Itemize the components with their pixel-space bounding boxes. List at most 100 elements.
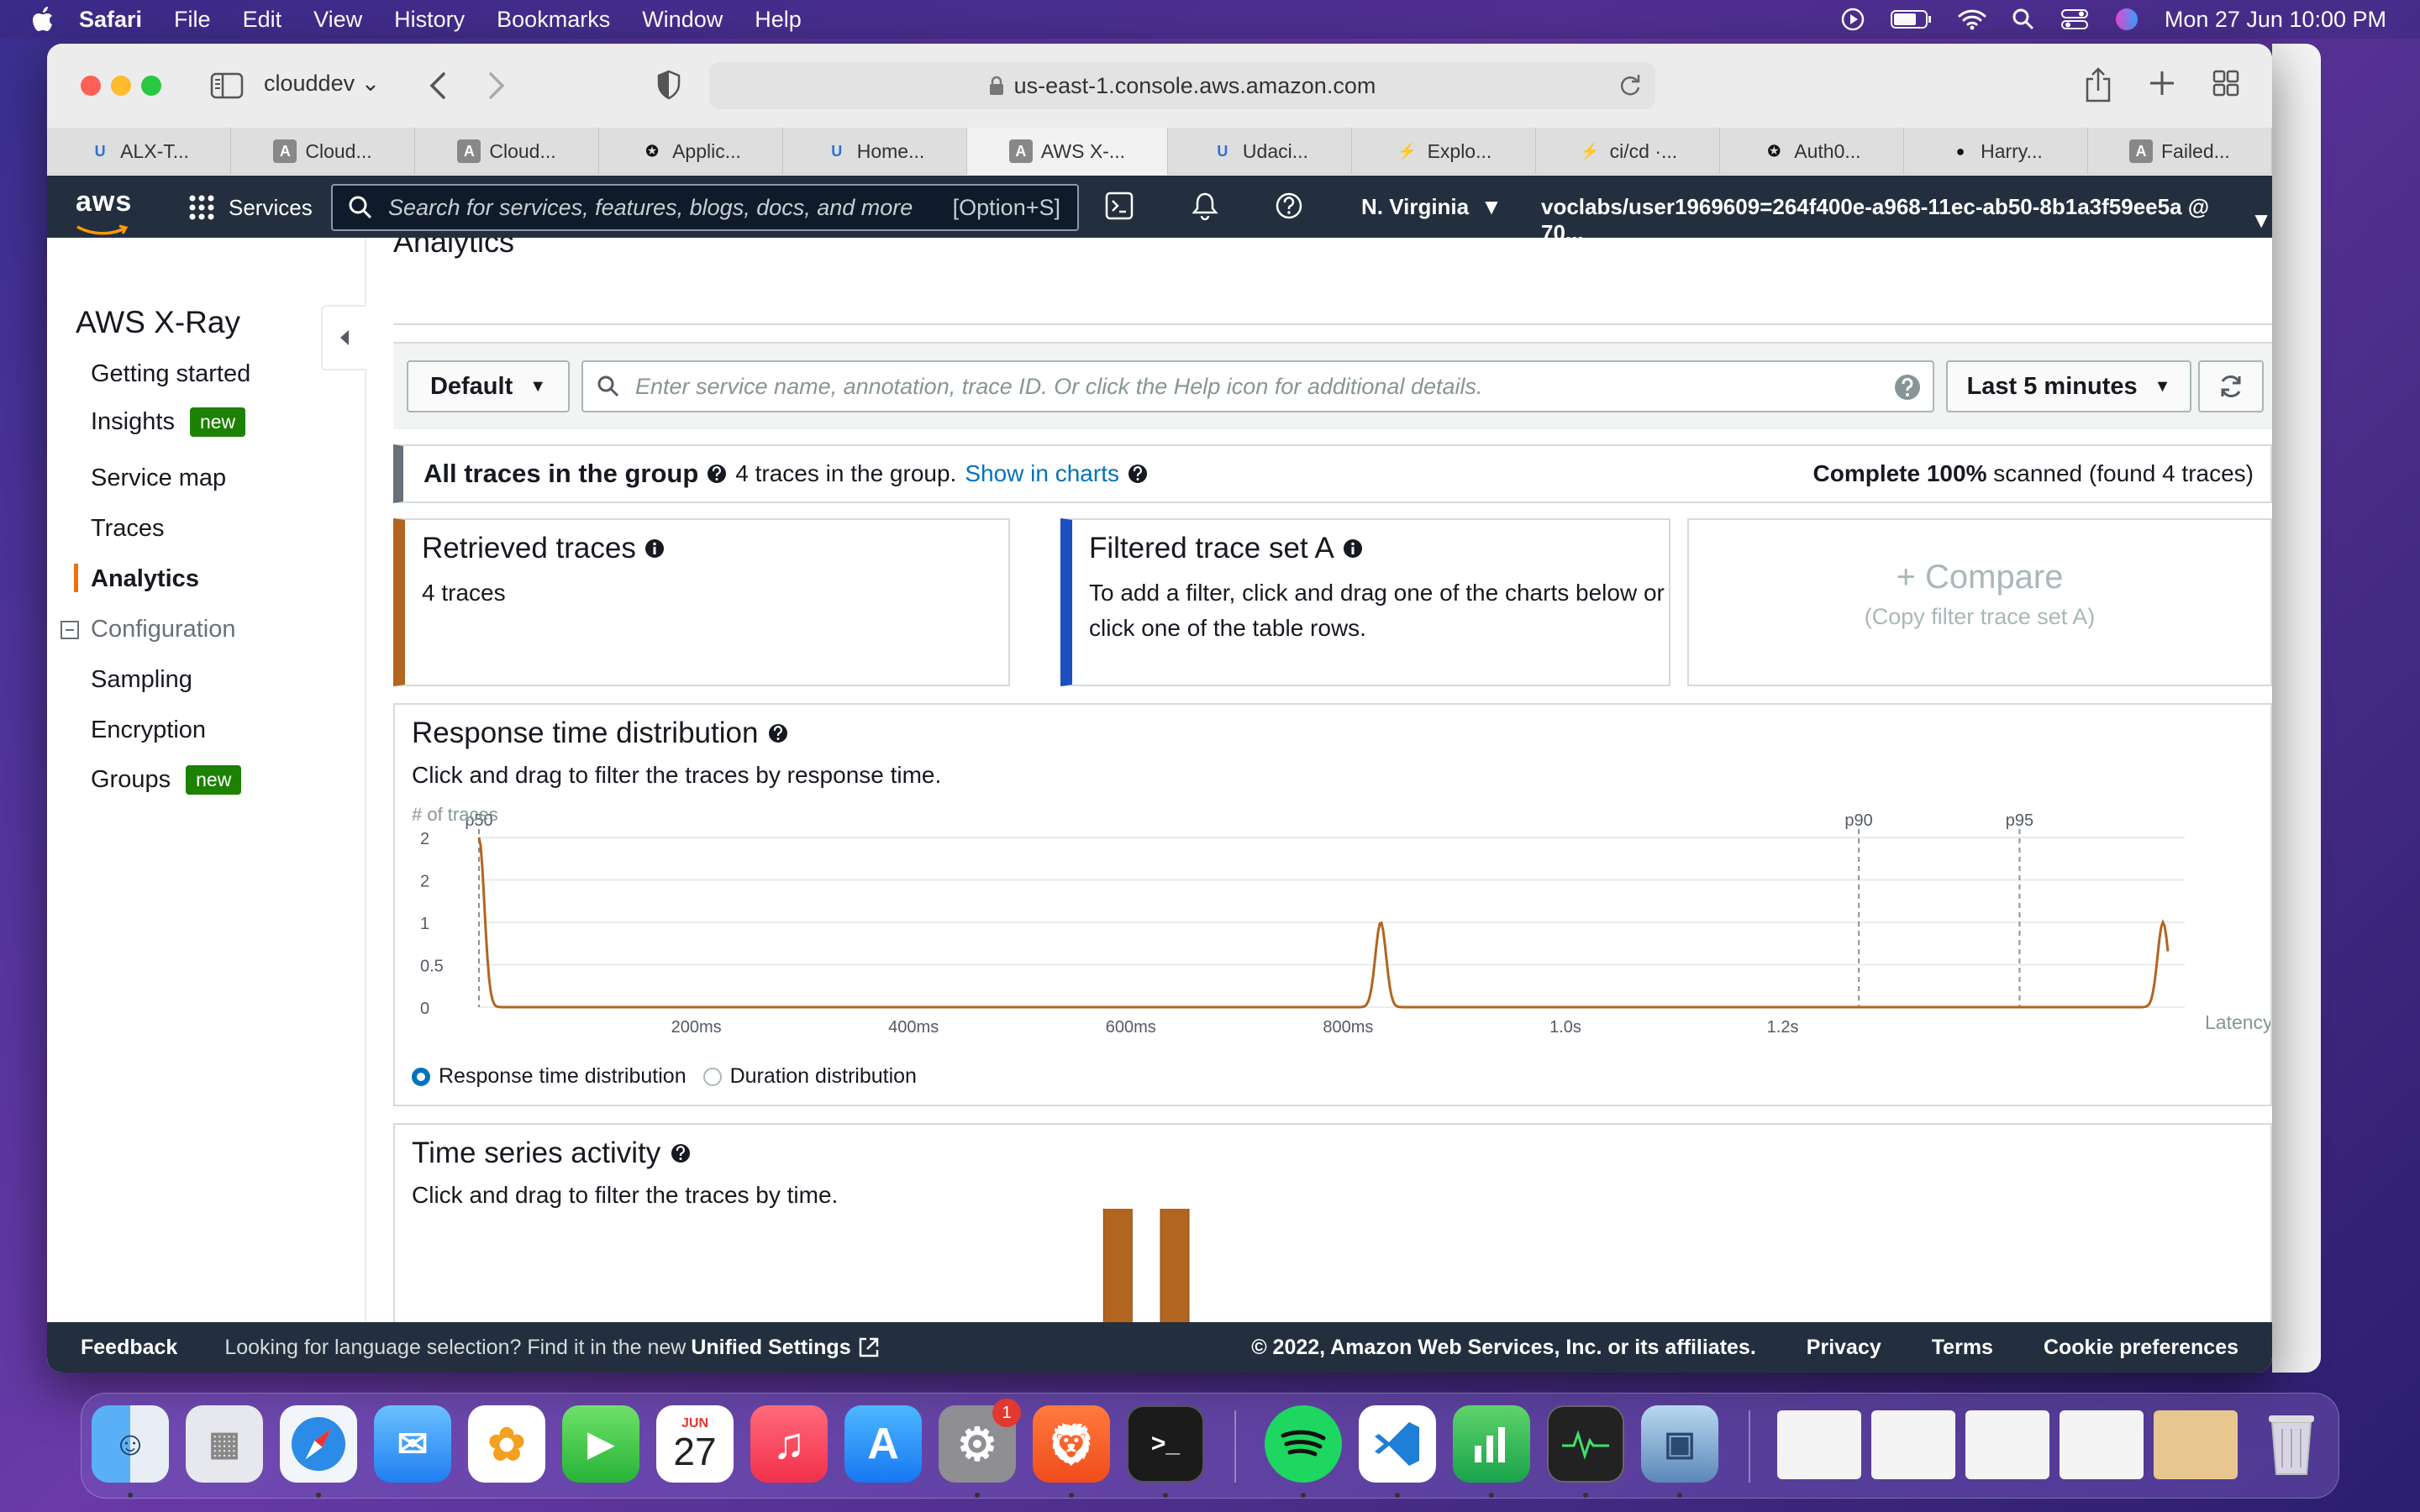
finder-icon[interactable]: ☺	[92, 1405, 169, 1483]
privacy-shield-icon[interactable]	[655, 69, 682, 101]
forward-arrow-icon[interactable]	[484, 71, 509, 101]
browser-tab[interactable]: A Failed...	[2088, 128, 2272, 175]
battery-icon[interactable]	[1890, 8, 1933, 30]
filtered-trace-set-card[interactable]: Filtered trace set A To add a filter, cl…	[1060, 518, 1670, 686]
tab-overview-icon[interactable]	[2212, 69, 2240, 97]
radio-response-time[interactable]	[412, 1067, 430, 1086]
facetime-icon[interactable]: ▶	[562, 1405, 639, 1483]
address-bar[interactable]: us-east-1.console.aws.amazon.com	[709, 62, 1655, 109]
retrieved-traces-card[interactable]: Retrieved traces 4 traces	[393, 518, 1010, 686]
menu-file[interactable]: File	[174, 7, 211, 33]
browser-tab[interactable]: U ALX-T...	[47, 128, 231, 175]
mail-icon[interactable]: ✉	[374, 1405, 451, 1483]
radio-duration[interactable]	[702, 1067, 722, 1086]
new-tab-plus-icon[interactable]	[2148, 69, 2176, 97]
preview-icon[interactable]: ▣	[1641, 1405, 1718, 1483]
refresh-button[interactable]	[2198, 360, 2264, 412]
terminal-icon[interactable]: >_	[1127, 1405, 1204, 1483]
nav-getting-started[interactable]: Getting started	[91, 360, 250, 388]
spotify-icon[interactable]	[1265, 1405, 1342, 1483]
reload-icon[interactable]	[1618, 74, 1642, 97]
minimized-window-thumbnail[interactable]	[2060, 1410, 2144, 1479]
nav-sampling[interactable]: Sampling	[91, 666, 192, 694]
safari-icon[interactable]	[280, 1405, 357, 1483]
service-title[interactable]: AWS X-Ray	[76, 305, 240, 340]
cookie-preferences-link[interactable]: Cookie preferences	[2044, 1336, 2238, 1360]
vscode-icon[interactable]	[1359, 1405, 1436, 1483]
app-store-icon[interactable]: A	[844, 1405, 922, 1483]
siri-icon[interactable]	[2114, 7, 2139, 32]
fullscreen-window-button[interactable]	[141, 76, 161, 96]
brave-icon[interactable]: 🦁︎	[1033, 1405, 1110, 1483]
menu-window[interactable]: Window	[642, 7, 723, 33]
play-circle-icon[interactable]	[1840, 7, 1865, 32]
browser-tab[interactable]: ✪ Auth0...	[1720, 128, 1904, 175]
help-icon[interactable]	[1894, 374, 1921, 401]
back-arrow-icon[interactable]	[425, 71, 450, 101]
radio-label[interactable]: Duration distribution	[730, 1064, 917, 1089]
nav-analytics[interactable]: Analytics	[91, 565, 199, 593]
help-icon[interactable]	[707, 464, 727, 484]
browser-tab[interactable]: ⚡ ci/cd ·...	[1536, 128, 1720, 175]
menubar-clock[interactable]: Mon 27 Jun 10:00 PM	[2165, 7, 2386, 33]
help-circle-icon[interactable]	[1274, 191, 1304, 221]
control-center-icon[interactable]	[2060, 8, 2089, 31]
nav-service-map[interactable]: Service map	[91, 465, 226, 492]
apple-icon[interactable]	[32, 7, 54, 32]
browser-tab[interactable]: ✪ Applic...	[599, 128, 783, 175]
profile-selector[interactable]: clouddev ⌄	[264, 71, 380, 97]
notifications-bell-icon[interactable]	[1190, 191, 1220, 221]
minimized-window-thumbnail[interactable]	[1777, 1410, 1861, 1479]
photos-icon[interactable]: ✿	[468, 1405, 545, 1483]
sidebar-toggle-icon[interactable]	[210, 72, 244, 99]
menu-history[interactable]: History	[394, 7, 465, 33]
share-icon[interactable]	[2084, 67, 2112, 102]
aws-logo[interactable]: aws	[76, 187, 132, 242]
minimize-window-button[interactable]	[111, 76, 131, 96]
spotlight-search-icon[interactable]	[2012, 8, 2035, 31]
menu-edit[interactable]: Edit	[243, 7, 282, 33]
info-icon[interactable]	[1343, 538, 1363, 559]
services-menu[interactable]: Services	[188, 194, 313, 221]
browser-tab[interactable]: U Home...	[783, 128, 967, 175]
compare-card[interactable]: + Compare (Copy filter trace set A)	[1687, 518, 2272, 686]
radio-label[interactable]: Response time distribution	[439, 1064, 687, 1089]
numbers-icon[interactable]	[1453, 1405, 1530, 1483]
time-range-select[interactable]: Last 5 minutes ▼	[1946, 360, 2191, 412]
browser-tab[interactable]: A Cloud...	[415, 128, 599, 175]
response-time-chart[interactable]: 00.5122 200ms 400ms 600ms 800ms 1.0s 1.2s p50…	[395, 797, 2270, 1058]
minimized-window-thumbnail[interactable]	[1871, 1410, 1955, 1479]
region-selector[interactable]: N. Virginia ▼	[1361, 194, 1502, 220]
minimized-window-thumbnail[interactable]	[1965, 1410, 2049, 1479]
nav-traces[interactable]: Traces	[91, 515, 165, 543]
close-window-button[interactable]	[81, 76, 101, 96]
launchpad-icon[interactable]: ▦	[186, 1405, 263, 1483]
browser-tab[interactable]: U Udaci...	[1168, 128, 1352, 175]
trash-icon[interactable]	[2253, 1405, 2330, 1483]
help-icon[interactable]	[1128, 464, 1148, 484]
help-icon[interactable]	[768, 723, 788, 743]
nav-section-configuration[interactable]: Configuration	[60, 616, 236, 643]
browser-tab[interactable]: ● Harry...	[1904, 128, 2088, 175]
info-icon[interactable]	[644, 538, 665, 559]
terms-link[interactable]: Terms	[1932, 1336, 1993, 1360]
browser-tab[interactable]: A Cloud...	[231, 128, 415, 175]
browser-tab[interactable]: ⚡ Explo...	[1352, 128, 1536, 175]
collapse-nav-button[interactable]	[321, 305, 366, 370]
show-in-charts-link[interactable]: Show in charts	[965, 460, 1119, 487]
menu-bookmarks[interactable]: Bookmarks	[497, 7, 610, 33]
menu-view[interactable]: View	[313, 7, 362, 33]
browser-tab-active[interactable]: A AWS X-...	[967, 128, 1168, 175]
filter-query-input[interactable]: Enter service name, annotation, trace ID…	[581, 360, 1934, 412]
nav-insights[interactable]: Insights new	[91, 407, 246, 437]
cloudshell-icon[interactable]	[1104, 191, 1134, 221]
aws-search-input[interactable]: Search for services, features, blogs, do…	[331, 184, 1079, 231]
help-icon[interactable]	[671, 1143, 691, 1163]
feedback-link[interactable]: Feedback	[81, 1336, 177, 1360]
wifi-icon[interactable]	[1958, 8, 1986, 30]
minimized-window-thumbnail[interactable]	[2154, 1410, 2238, 1479]
menu-help[interactable]: Help	[755, 7, 802, 33]
music-icon[interactable]: ♫	[750, 1405, 828, 1483]
activity-monitor-icon[interactable]	[1547, 1405, 1624, 1483]
calendar-icon[interactable]: JUN 27	[656, 1405, 734, 1483]
